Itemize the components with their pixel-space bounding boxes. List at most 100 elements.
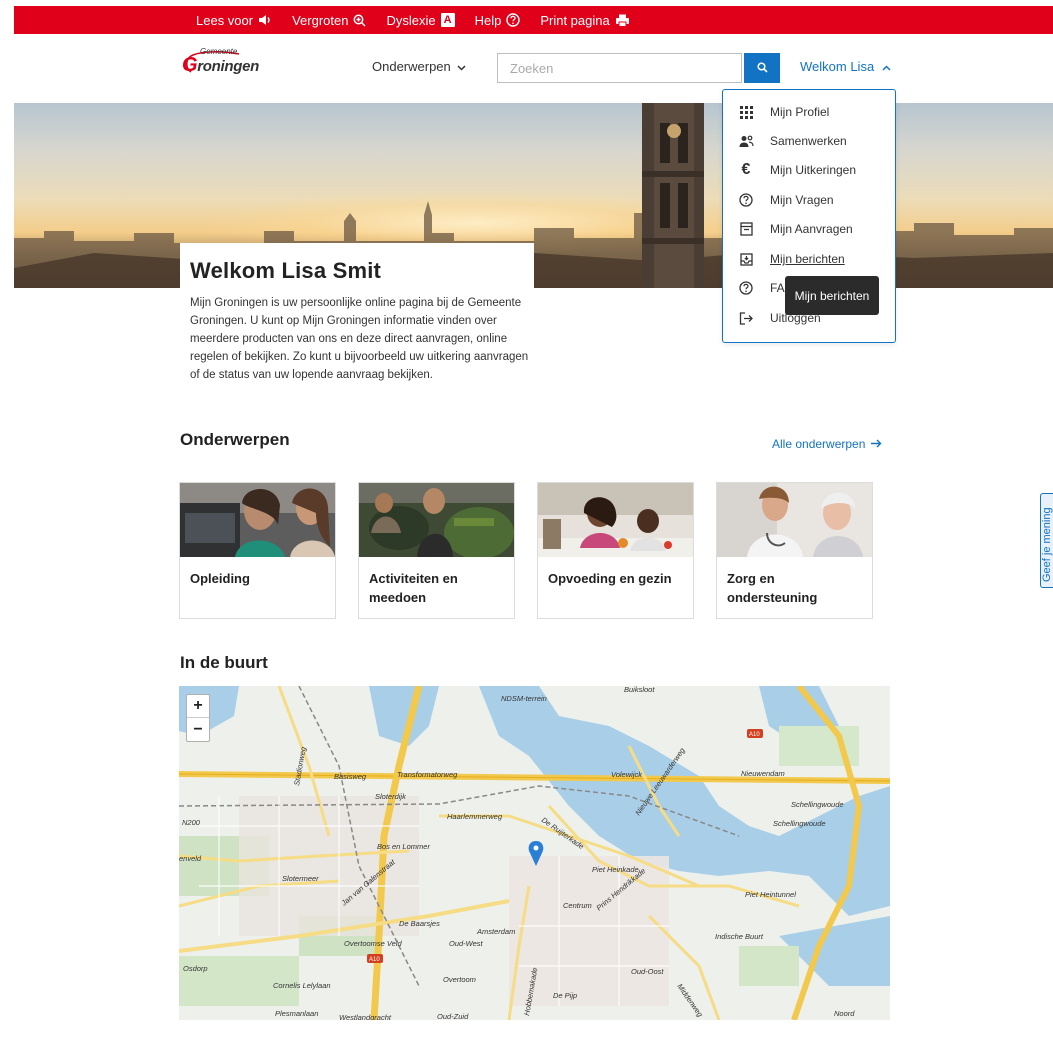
search-input[interactable]	[497, 53, 742, 83]
question-icon	[738, 192, 754, 208]
chevron-down-icon	[457, 59, 466, 74]
topic-card-zorg[interactable]: Zorg en ondersteuning	[716, 482, 873, 619]
svg-text:N200: N200	[182, 818, 201, 827]
svg-text:Indische Buurt: Indische Buurt	[715, 932, 764, 941]
topics-section-title: Onderwerpen	[180, 430, 290, 449]
svg-text:enveld: enveld	[179, 854, 202, 863]
help-button[interactable]: Help	[475, 13, 521, 28]
welcome-card: Welkom Lisa Smit Mijn Groningen is uw pe…	[180, 243, 534, 393]
topic-card-opleiding[interactable]: Opleiding	[179, 482, 336, 619]
svg-text:Piet Heinkade: Piet Heinkade	[592, 865, 639, 874]
search-icon	[756, 61, 768, 76]
svg-text:Piet Heintunnel: Piet Heintunnel	[745, 890, 796, 899]
svg-text:Volewijck: Volewijck	[611, 770, 643, 779]
svg-text:Overtoom: Overtoom	[443, 975, 476, 984]
all-topics-link[interactable]: Alle onderwerpen	[772, 437, 882, 451]
svg-text:Oud-Zuid: Oud-Zuid	[437, 1012, 469, 1020]
welcome-title: Welkom Lisa Smit	[190, 258, 382, 283]
svg-text:Nieuwendam: Nieuwendam	[741, 769, 785, 778]
topic-label: Activiteiten en meedoen	[369, 571, 458, 605]
logout-icon	[738, 310, 754, 326]
print-label: Print pagina	[540, 12, 610, 28]
svg-text:De Pijp: De Pijp	[553, 991, 577, 1000]
euro-icon: €	[741, 161, 751, 178]
tooltip-mijn-berichten: Mijn berichten	[785, 276, 879, 315]
nearby-map[interactable]: Buiksloot NDSM-terrein Basisweg Transfor…	[179, 686, 890, 1020]
svg-text:A10: A10	[369, 957, 380, 963]
logo-main-text: Groningen	[182, 54, 260, 76]
menu-item-mijn-vragen[interactable]: Mijn Vragen	[723, 187, 895, 213]
printer-icon	[615, 14, 630, 27]
help-icon	[506, 13, 521, 27]
svg-text:Centrum: Centrum	[563, 901, 592, 910]
help-label: Help	[474, 12, 502, 28]
user-menu-label: Welkom Lisa	[800, 59, 875, 74]
user-menu-toggle[interactable]: Welkom Lisa	[800, 59, 891, 74]
topic-card-opvoeding[interactable]: Opvoeding en gezin	[537, 482, 694, 619]
topic-image-opvoeding	[538, 483, 693, 557]
svg-text:Westlandgracht: Westlandgracht	[339, 1013, 392, 1020]
read-aloud-button[interactable]: Lees voor	[196, 13, 272, 28]
arrow-right-icon	[871, 437, 882, 451]
inbox-icon	[738, 251, 754, 267]
menu-item-mijn-profiel[interactable]: Mijn Profiel	[723, 99, 895, 125]
zoom-in-button[interactable]: +	[187, 695, 209, 718]
svg-text:Basisweg: Basisweg	[334, 772, 367, 781]
menu-item-mijn-aanvragen[interactable]: Mijn Aanvragen	[723, 216, 895, 242]
dyslexia-label: Dyslexie	[386, 12, 436, 28]
svg-text:Schellingwoude: Schellingwoude	[773, 819, 826, 828]
chevron-up-icon	[882, 59, 891, 74]
topic-card-activiteiten[interactable]: Activiteiten en meedoen	[358, 482, 515, 619]
nav-topics-menu[interactable]: Onderwerpen	[372, 59, 466, 74]
archive-icon	[738, 221, 754, 237]
svg-text:Oud-West: Oud-West	[449, 939, 484, 948]
gemeente-groningen-logo[interactable]: Gemeente Groningen	[182, 47, 262, 77]
search-button[interactable]	[744, 53, 780, 83]
welcome-text: Mijn Groningen is uw persoonlijke online…	[190, 297, 529, 381]
menu-item-mijn-uitkeringen[interactable]: € Mijn Uitkeringen	[723, 157, 895, 183]
svg-text:Overtoomse Veld: Overtoomse Veld	[344, 939, 402, 948]
menu-item-samenwerken[interactable]: Samenwerken	[723, 128, 895, 154]
svg-text:Buiksloot: Buiksloot	[624, 686, 655, 694]
svg-text:Bos en Lommer: Bos en Lommer	[377, 842, 430, 851]
svg-text:Stadionweg: Stadionweg	[292, 745, 308, 786]
enlarge-label: Vergroten	[292, 12, 349, 28]
print-button[interactable]: Print pagina	[540, 13, 629, 28]
dyslexia-icon: A	[440, 13, 455, 27]
nearby-section-title: In de buurt	[180, 653, 268, 672]
svg-text:Sloterdijk: Sloterdijk	[375, 792, 407, 801]
topic-label: Opvoeding en gezin	[548, 571, 672, 586]
map-zoom-control: + −	[186, 694, 210, 742]
svg-text:De Baarsjes: De Baarsjes	[399, 919, 440, 928]
svg-text:Oud-Oost: Oud-Oost	[631, 967, 664, 976]
topic-label: Zorg en ondersteuning	[727, 571, 818, 605]
svg-text:NDSM-terrein: NDSM-terrein	[501, 694, 547, 703]
nav-topics-label: Onderwerpen	[372, 59, 451, 74]
svg-text:Plesmanlaan: Plesmanlaan	[275, 1009, 318, 1018]
zoom-out-button[interactable]: −	[187, 718, 209, 741]
speaker-icon	[258, 14, 272, 26]
svg-text:Middenweg: Middenweg	[675, 982, 705, 1019]
topic-image-opleiding	[180, 483, 335, 557]
people-icon	[738, 133, 754, 149]
svg-text:Slotermeer: Slotermeer	[282, 874, 319, 883]
svg-text:A10: A10	[749, 732, 760, 738]
svg-text:Schellingwoude: Schellingwoude	[791, 800, 844, 809]
svg-text:Osdorp: Osdorp	[183, 964, 208, 973]
feedback-side-tab[interactable]: Geef je mening	[1040, 493, 1053, 588]
svg-text:Cornelis Lelylaan: Cornelis Lelylaan	[273, 981, 331, 990]
svg-text:Amsterdam: Amsterdam	[476, 927, 515, 936]
all-topics-label: Alle onderwerpen	[772, 437, 866, 451]
feedback-tab-label: Geef je mening	[1041, 507, 1053, 582]
svg-text:Transformatorweg: Transformatorweg	[397, 770, 458, 779]
topic-image-zorg	[717, 483, 872, 557]
grid-icon	[738, 104, 754, 120]
svg-text:Haarlemmerweg: Haarlemmerweg	[447, 812, 503, 821]
topic-image-activiteiten	[359, 483, 514, 557]
zoom-in-icon	[353, 14, 366, 27]
enlarge-button[interactable]: Vergroten	[292, 13, 366, 28]
menu-item-mijn-berichten[interactable]: Mijn berichten	[723, 246, 895, 272]
dyslexia-button[interactable]: Dyslexie A	[386, 12, 455, 28]
svg-text:Noord: Noord	[834, 1009, 855, 1018]
question-icon	[738, 280, 754, 296]
